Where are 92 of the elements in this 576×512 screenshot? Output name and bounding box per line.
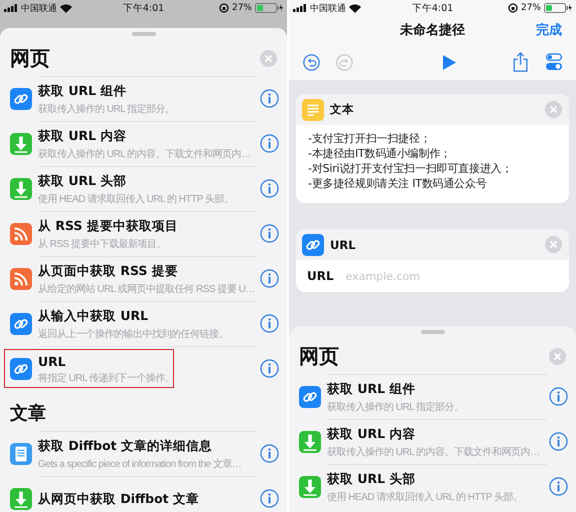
info-icon[interactable]: [260, 489, 279, 508]
action-description: 将指定 URL 传递到下一个操作。: [38, 372, 176, 384]
action-description: 获取传入操作的 URL 的内容。下载文件和网页内…: [327, 446, 541, 458]
info-icon[interactable]: [260, 444, 279, 463]
action-item[interactable]: 获取 URL 头部 使用 HEAD 请求取回传入 URL 的 HTTP 头部。: [289, 464, 576, 509]
action-item[interactable]: 从网页中获取 Diffbot 文章: [0, 476, 287, 512]
download-icon: [10, 488, 32, 510]
action-item[interactable]: 获取 Diffbot 文章的详细信息 Gets a specific piece of information from the 文章…: [0, 431, 287, 476]
link-icon: [10, 358, 32, 380]
info-icon[interactable]: [260, 224, 279, 243]
signal-icon: [293, 4, 307, 12]
action-description: 使用 HEAD 请求取回传入 URL 的 HTTP 头部。: [38, 192, 235, 206]
shortcut-title: 未命名捷径: [400, 22, 465, 39]
action-item[interactable]: 获取 URL 内容 获取传入操作的 URL 的内容。下载文件和网页内…: [289, 419, 576, 464]
link-icon: [10, 312, 32, 334]
url-field[interactable]: example.com: [346, 270, 486, 282]
info-icon[interactable]: [260, 89, 279, 108]
info-icon[interactable]: [260, 269, 279, 288]
info-icon[interactable]: [549, 477, 568, 496]
action-item[interactable]: 获取 URL 内容 获取传入操作的 URL 的内容。下载文件和网页内…: [0, 121, 287, 166]
action-title: 从页面中获取 RSS 提要: [38, 262, 179, 280]
action-title: 获取 URL 内容: [327, 426, 416, 442]
document-icon: [10, 442, 32, 464]
text-line: -更多捷径规则请关注 IT数码通公众号: [308, 176, 488, 191]
rotation-lock-icon: [218, 3, 229, 13]
action-description: 从给定的网站 URL 或网页中提取任何 RSS 提要 U…: [38, 282, 256, 296]
link-icon: [302, 234, 324, 256]
download-icon: [299, 476, 321, 498]
status-time: 下午4:01: [122, 2, 164, 14]
carrier-name: 中国联通: [21, 2, 57, 14]
action-description: 获取传入操作的 URL 指定部分。: [327, 400, 465, 414]
link-icon: [10, 88, 32, 110]
section-title: 网页: [10, 44, 50, 72]
action-description: 返回从上一个操作的输出中找到的任何链接。: [38, 328, 229, 340]
battery-icon: [544, 3, 572, 13]
status-time: 下午4:01: [412, 2, 454, 14]
card-title: URL: [330, 238, 357, 252]
action-item[interactable]: 从页面中获取 RSS 提要 从给定的网站 URL 或网页中提取任何 RSS 提要 U…: [0, 256, 287, 301]
wifi-icon: [349, 4, 361, 12]
link-icon: [299, 386, 321, 408]
wifi-icon: [60, 4, 72, 12]
text-line: -本捷径由IT数码通小编制作；: [308, 146, 452, 161]
action-item[interactable]: 获取 URL 组件 获取传入操作的 URL 指定部分。: [289, 374, 576, 419]
action-item[interactable]: 获取 URL 组件 获取传入操作的 URL 指定部分。: [0, 76, 287, 121]
action-title: URL: [38, 354, 67, 368]
action-title: 从输入中获取 URL: [38, 308, 150, 324]
action-description: Gets a specific piece of information from the 文章…: [38, 458, 242, 470]
text-icon: [302, 98, 324, 120]
signal-icon: [4, 4, 18, 12]
info-icon[interactable]: [260, 314, 279, 333]
info-icon[interactable]: [260, 179, 279, 198]
info-icon[interactable]: [260, 359, 279, 378]
section-title: 文章: [10, 402, 46, 425]
action-title: 获取 URL 头部: [38, 172, 128, 190]
action-description: 使用 HEAD 请求取回传入 URL 的 HTTP 头部。: [327, 490, 524, 504]
rss-icon: [10, 222, 32, 244]
card-title: 文本: [330, 102, 355, 117]
undo-icon[interactable]: [303, 54, 320, 70]
action-title: 获取 Diffbot 文章的详细信息: [38, 438, 214, 454]
action-item[interactable]: 从输入中获取 URL 返回从上一个操作的输出中找到的任何链接。: [0, 301, 287, 346]
text-line: -对Siri说打开支付宝扫一扫即可直接进入；: [308, 161, 514, 176]
download-icon: [10, 132, 32, 154]
info-icon[interactable]: [260, 134, 279, 153]
info-icon[interactable]: [549, 387, 568, 406]
done-button[interactable]: 完成: [536, 21, 562, 39]
action-title: 获取 URL 组件: [327, 380, 416, 398]
play-icon[interactable]: [443, 54, 456, 70]
action-title: 获取 URL 头部: [327, 470, 416, 488]
action-description: 从 RSS 提要中下载最新项目。: [38, 238, 168, 250]
action-title: 从网页中获取 Diffbot 文章: [38, 490, 200, 508]
text-line: -支付宝打开扫一扫捷径；: [308, 131, 432, 146]
download-icon: [10, 178, 32, 200]
download-icon: [299, 430, 321, 452]
share-icon[interactable]: [513, 52, 528, 72]
action-title: 获取 URL 内容: [38, 128, 128, 144]
action-item[interactable]: URL 将指定 URL 传递到下一个操作。: [0, 346, 287, 391]
info-icon[interactable]: [549, 432, 568, 451]
action-title: 从 RSS 提要中获取项目: [38, 218, 179, 234]
settings-toggle-icon[interactable]: [546, 53, 562, 71]
section-title: 网页: [299, 342, 339, 370]
rss-icon: [10, 268, 32, 290]
battery-percent: 27%: [232, 3, 252, 13]
action-item[interactable]: 从 RSS 提要中获取项目 从 RSS 提要中下载最新项目。: [0, 211, 287, 256]
field-label: URL: [307, 269, 334, 283]
action-item[interactable]: 获取 URL 头部 使用 HEAD 请求取回传入 URL 的 HTTP 头部。: [0, 166, 287, 211]
action-description: 获取传入操作的 URL 的内容。下载文件和网页内…: [38, 148, 252, 160]
battery-percent: 27%: [520, 3, 541, 13]
action-title: 获取 URL 组件: [38, 82, 128, 100]
rotation-lock-icon: [508, 3, 518, 13]
action-description: 获取传入操作的 URL 指定部分。: [38, 102, 176, 116]
carrier-name: 中国联通: [310, 2, 346, 14]
battery-icon: [255, 3, 283, 13]
